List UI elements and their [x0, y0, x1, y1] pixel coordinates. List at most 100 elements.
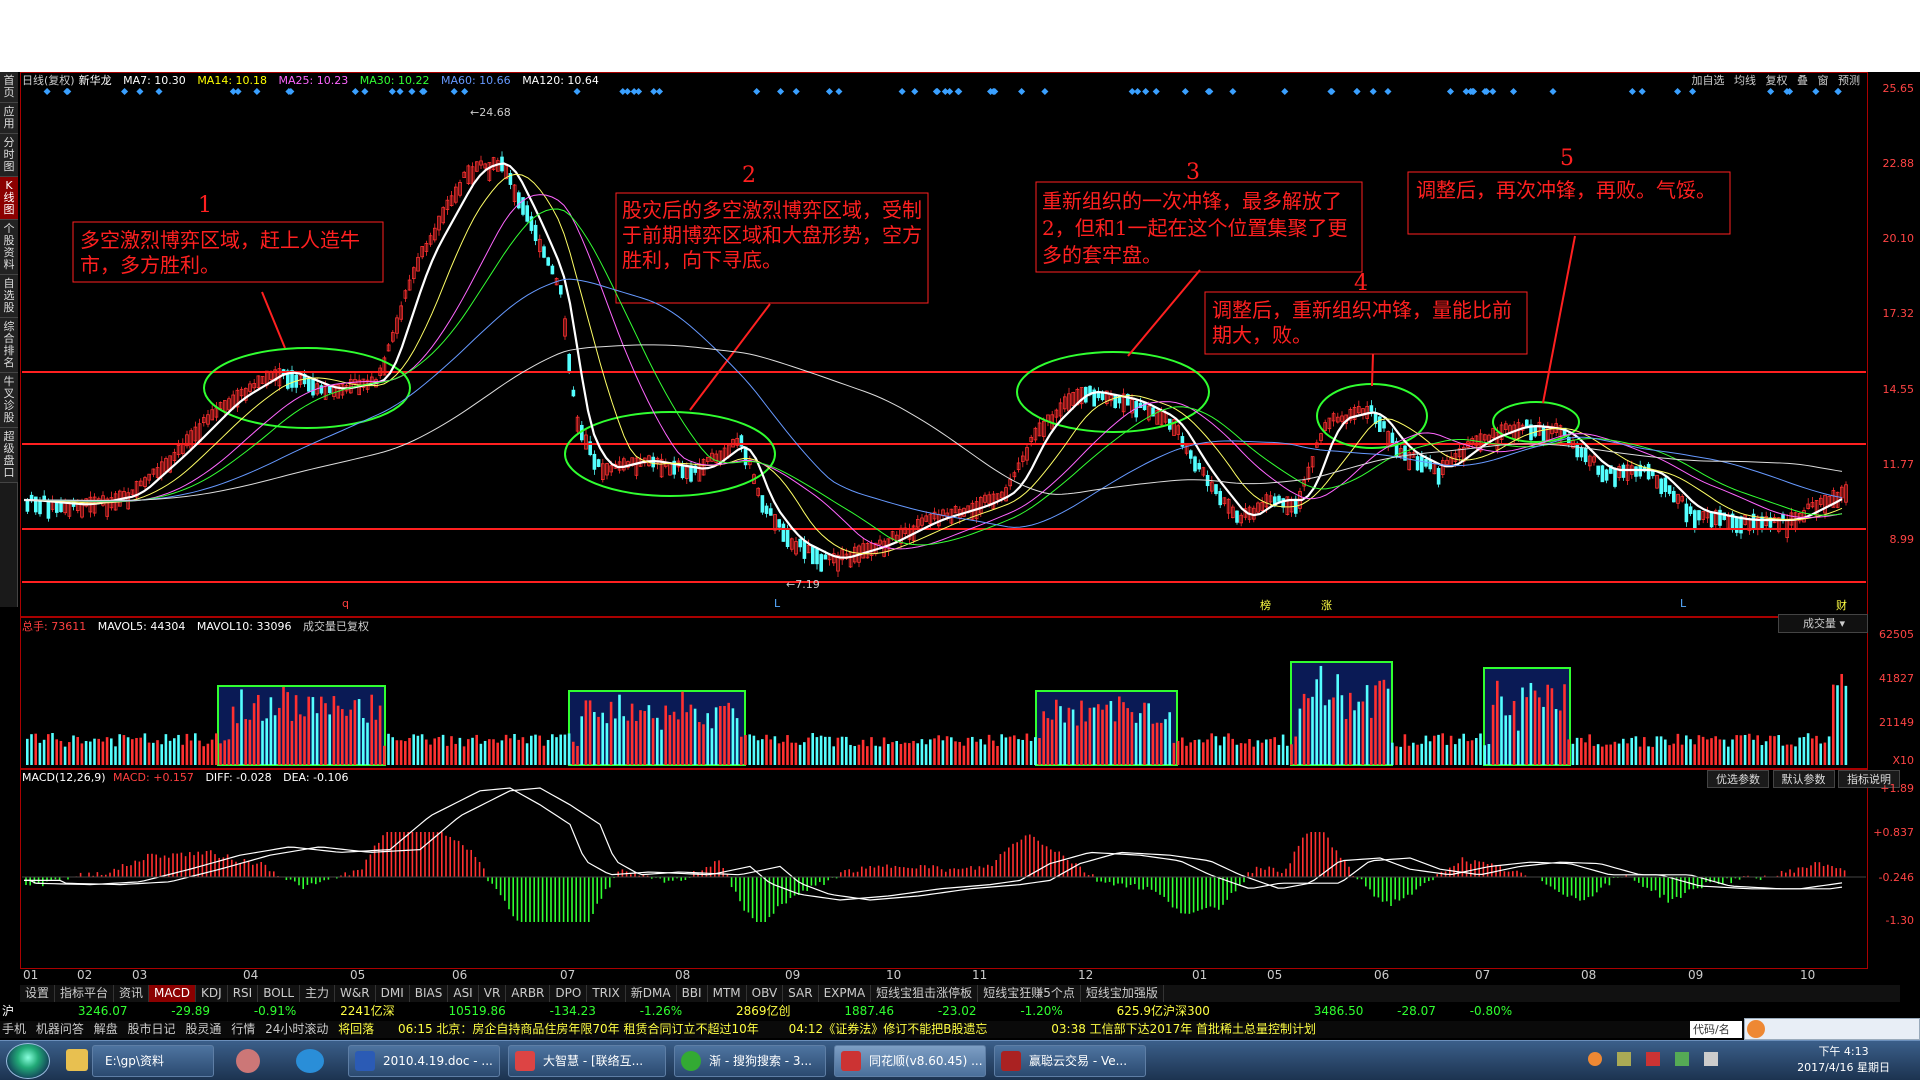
- browser-icon: [681, 1051, 701, 1071]
- nav-analysis[interactable]: 解盘: [94, 1022, 118, 1036]
- tab-watchlist[interactable]: 自选股: [0, 275, 18, 318]
- macd-name: MACD(12,26,9): [22, 771, 106, 784]
- indicator-tab[interactable]: KDJ: [196, 985, 228, 1002]
- tray-network-icon[interactable]: [1675, 1052, 1690, 1066]
- month-label: 06: [452, 968, 468, 982]
- indicator-tab[interactable]: W&R: [335, 985, 376, 1002]
- tray-icons: [1588, 1051, 1778, 1069]
- hs-amount: 625.9亿沪深300: [1116, 1004, 1210, 1018]
- indicator-tab[interactable]: RSI: [228, 985, 259, 1002]
- clock-date: 2017/4/16 星期日: [1797, 1061, 1890, 1074]
- taskbar-item-ths[interactable]: 同花顺(v8.60.45) ...: [834, 1045, 986, 1077]
- indicator-tab[interactable]: BOLL: [258, 985, 301, 1002]
- menu-overlay[interactable]: 叠: [1797, 74, 1808, 87]
- chart-header: 日线(复权) 新华龙 MA7: 10.30 MA14: 10.18 MA25: 1…: [22, 72, 607, 88]
- indicator-tab[interactable]: BBI: [677, 985, 708, 1002]
- nav-diary[interactable]: 股市日记: [128, 1022, 176, 1036]
- menu-ma[interactable]: 均线: [1734, 74, 1756, 87]
- sogou-ime-icon[interactable]: [1747, 1020, 1765, 1038]
- indicator-tab[interactable]: ARBR: [506, 985, 551, 1002]
- ime-toolbar[interactable]: [1744, 1018, 1920, 1040]
- nav-quote[interactable]: 行情: [231, 1022, 255, 1036]
- menu-forecast[interactable]: 预测: [1838, 74, 1860, 87]
- indicator-tab[interactable]: 新DMA: [626, 985, 677, 1002]
- indicator-tab[interactable]: DMI: [376, 985, 410, 1002]
- app-icon-a[interactable]: [236, 1049, 260, 1073]
- taskbar-item-sogou[interactable]: 渐 - 搜狗搜索 - 3...: [674, 1045, 826, 1077]
- indicator-tab[interactable]: SAR: [783, 985, 819, 1002]
- indicator-tab[interactable]: VR: [479, 985, 507, 1002]
- month-label: 09: [785, 968, 801, 982]
- tab-diagnosis[interactable]: 牛叉诊股: [0, 373, 18, 428]
- nav-robot-qa[interactable]: 机器问答: [36, 1022, 84, 1036]
- sh-index[interactable]: 3246.07: [78, 1004, 128, 1018]
- code-search-input[interactable]: 代码/名: [1690, 1021, 1742, 1038]
- system-clock[interactable]: 下午 4:13 2017/4/16 星期日: [1797, 1044, 1890, 1076]
- tab-home[interactable]: 首页: [0, 72, 18, 103]
- indicator-tab[interactable]: 资讯: [114, 985, 150, 1002]
- sz-percent: -1.26%: [639, 1004, 683, 1018]
- left-tab-strip: 首页 应用 分时图 K线图 个股资料 自选股 综合排名 牛叉诊股 超级盘口: [0, 72, 18, 607]
- news-item-1[interactable]: 06:15 北京：房企自持商品住房年限70年 租赁合同订立不超过10年: [398, 1022, 759, 1036]
- tray-app-icon[interactable]: [1617, 1052, 1632, 1066]
- news-item-3[interactable]: 03:38 工信部下达2017年 首批稀土总量控制计划: [1051, 1022, 1316, 1036]
- indicator-tab[interactable]: 指标平台: [55, 985, 115, 1002]
- start-button[interactable]: [6, 1043, 50, 1079]
- indicator-tab[interactable]: MACD: [149, 985, 197, 1002]
- taskbar-item-trade[interactable]: 赢聪云交易 - Ve...: [994, 1045, 1146, 1077]
- menu-adjust[interactable]: 复权: [1766, 74, 1788, 87]
- tray-volume-icon[interactable]: [1704, 1052, 1719, 1066]
- optimal-params-button[interactable]: 优选参数: [1707, 770, 1769, 788]
- news-item-2[interactable]: 04:12《证券法》修订不能把B股遗忘: [789, 1022, 988, 1036]
- sh-change: -29.89: [171, 1004, 210, 1018]
- tray-security-icon[interactable]: [1646, 1052, 1661, 1066]
- tab-intraday[interactable]: 分时图: [0, 134, 18, 177]
- nav-mobile[interactable]: 手机: [2, 1022, 26, 1036]
- hs-index[interactable]: 3486.50: [1314, 1004, 1364, 1018]
- taskbar-item-word[interactable]: 2010.4.19.doc - ...: [348, 1045, 500, 1077]
- tab-ranking[interactable]: 综合排名: [0, 318, 18, 373]
- sz-index[interactable]: 10519.86: [448, 1004, 505, 1018]
- event-mark-zhang[interactable]: 涨: [1321, 597, 1332, 613]
- nav-lingtong[interactable]: 股灵通: [185, 1022, 221, 1036]
- menu-window[interactable]: 窗: [1818, 74, 1829, 87]
- dzh-icon: [515, 1051, 535, 1071]
- event-mark-bang[interactable]: 榜: [1260, 597, 1271, 613]
- explorer-icon[interactable]: [66, 1049, 88, 1071]
- indicator-tab[interactable]: 设置: [20, 985, 56, 1002]
- indicator-tab[interactable]: ASI: [448, 985, 479, 1002]
- taskbar-item-dzh[interactable]: 大智慧 - [联络互...: [508, 1045, 666, 1077]
- indicator-tab[interactable]: BIAS: [410, 985, 449, 1002]
- vol-mavol10: MAVOL10: 33096: [196, 620, 292, 633]
- menu-add-watch[interactable]: 加自选: [1692, 74, 1725, 87]
- price-low-mark: ←7.19: [786, 578, 820, 591]
- taskbar-item-explorer[interactable]: E:\gp\资料: [92, 1045, 214, 1077]
- event-mark-l1[interactable]: L: [774, 597, 780, 610]
- cy-index[interactable]: 1887.46: [844, 1004, 894, 1018]
- event-mark-l2[interactable]: L: [1680, 597, 1686, 610]
- indicator-tab[interactable]: OBV: [747, 985, 784, 1002]
- indicator-tab[interactable]: MTM: [708, 985, 747, 1002]
- tab-stock-info[interactable]: 个股资料: [0, 220, 18, 275]
- tab-kline[interactable]: K线图: [0, 177, 18, 220]
- indicator-tab[interactable]: 短线宝加强版: [1081, 985, 1164, 1002]
- app-icon-b[interactable]: [296, 1049, 324, 1073]
- volume-select[interactable]: 成交量 ▾: [1778, 614, 1868, 633]
- event-mark-cai[interactable]: 财: [1836, 597, 1847, 613]
- indicator-tab[interactable]: 短线宝狂赚5个点: [978, 985, 1081, 1002]
- tab-super-panel[interactable]: 超级盘口: [0, 428, 18, 483]
- hot-word[interactable]: 将回落: [338, 1022, 374, 1036]
- nav-24h[interactable]: 24小时滚动: [265, 1022, 328, 1036]
- macd-axis-2: +0.837: [1873, 826, 1914, 839]
- vol-axis-4: X10: [1892, 754, 1914, 767]
- indicator-tab[interactable]: DPO: [550, 985, 588, 1002]
- macd-buttons: 优选参数 默认参数 指标说明: [1707, 770, 1900, 788]
- indicator-tab[interactable]: EXPMA: [819, 985, 872, 1002]
- indicator-tab[interactable]: 主力: [300, 985, 336, 1002]
- indicator-tab[interactable]: TRIX: [587, 985, 626, 1002]
- tray-sogou-icon[interactable]: [1588, 1052, 1602, 1066]
- tab-apps[interactable]: 应用: [0, 103, 18, 134]
- event-mark-q[interactable]: q: [342, 597, 349, 610]
- indicator-tab[interactable]: 短线宝狙击涨停板: [871, 985, 979, 1002]
- default-params-button[interactable]: 默认参数: [1772, 770, 1835, 788]
